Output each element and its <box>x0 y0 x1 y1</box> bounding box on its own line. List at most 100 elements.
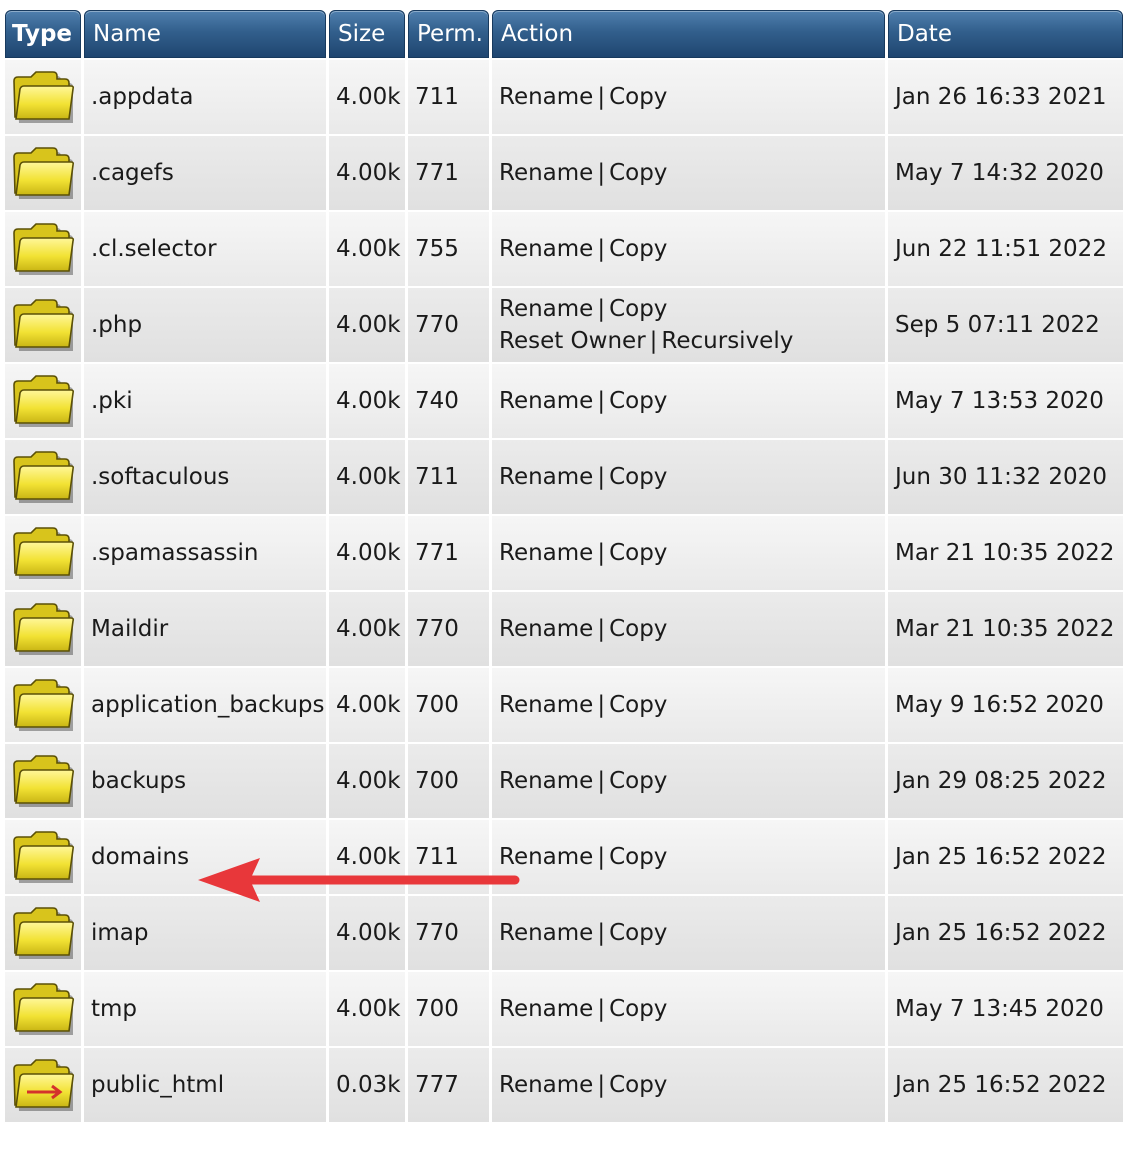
table-row[interactable]: tmp 4.00k 700 Rename | Copy May 7 13:45 2020 <box>5 972 1123 1046</box>
copy-link[interactable]: Copy <box>609 84 667 110</box>
file-permissions[interactable]: 700 <box>408 744 489 818</box>
table-row[interactable]: public_html 0.03k 777 Rename | Copy Jan 25 16:… <box>5 1048 1123 1122</box>
copy-link[interactable]: Copy <box>609 1072 667 1098</box>
file-size: 4.00k <box>329 972 405 1046</box>
column-header-type[interactable]: Type <box>5 10 81 58</box>
rename-link[interactable]: Rename <box>499 388 593 414</box>
file-name[interactable]: Maildir <box>84 592 326 666</box>
file-permissions[interactable]: 711 <box>408 60 489 134</box>
table-row[interactable]: .spamassassin 4.00k 771 Rename | Copy Mar 21 1… <box>5 516 1123 590</box>
table-row[interactable]: .cagefs 4.00k 771 Rename | Copy May 7 14:32 20… <box>5 136 1123 210</box>
file-size: 4.00k <box>329 136 405 210</box>
folder-icon[interactable] <box>5 668 81 742</box>
table-row[interactable]: domains 4.00k 711 Rename | Copy Jan 25 16:52 2… <box>5 820 1123 894</box>
folder-link-icon[interactable] <box>5 1048 81 1122</box>
copy-link[interactable]: Copy <box>609 464 667 490</box>
rename-link[interactable]: Rename <box>499 996 593 1022</box>
file-name[interactable]: tmp <box>84 972 326 1046</box>
copy-link[interactable]: Copy <box>609 296 667 322</box>
file-list-table: Type Name Size Perm. Action Date .appdat… <box>2 8 1125 1124</box>
table-row[interactable]: .php 4.00k 770 Rename | Copy Reset Owner | Recur… <box>5 288 1123 362</box>
copy-link[interactable]: Copy <box>609 388 667 414</box>
file-permissions[interactable]: 755 <box>408 212 489 286</box>
rename-link[interactable]: Rename <box>499 296 593 322</box>
recursively-link[interactable]: Recursively <box>661 328 793 354</box>
folder-icon[interactable] <box>5 896 81 970</box>
copy-link[interactable]: Copy <box>609 236 667 262</box>
table-row[interactable]: application_backups 4.00k 700 Rename | Copy Ma… <box>5 668 1123 742</box>
file-date: Jan 25 16:52 2022 <box>888 896 1123 970</box>
copy-link[interactable]: Copy <box>609 768 667 794</box>
copy-link[interactable]: Copy <box>609 540 667 566</box>
file-name[interactable]: .softaculous <box>84 440 326 514</box>
folder-icon[interactable] <box>5 972 81 1046</box>
copy-link[interactable]: Copy <box>609 616 667 642</box>
folder-icon[interactable] <box>5 212 81 286</box>
file-permissions[interactable]: 771 <box>408 136 489 210</box>
table-row[interactable]: .softaculous 4.00k 711 Rename | Copy Jun 30 11… <box>5 440 1123 514</box>
copy-link[interactable]: Copy <box>609 160 667 186</box>
copy-link[interactable]: Copy <box>609 692 667 718</box>
rename-link[interactable]: Rename <box>499 920 593 946</box>
rename-link[interactable]: Rename <box>499 540 593 566</box>
file-name[interactable]: .php <box>84 288 326 362</box>
column-header-name[interactable]: Name <box>84 10 326 58</box>
file-permissions[interactable]: 777 <box>408 1048 489 1122</box>
rename-link[interactable]: Rename <box>499 464 593 490</box>
column-header-size[interactable]: Size <box>329 10 405 58</box>
rename-link[interactable]: Rename <box>499 692 593 718</box>
folder-icon[interactable] <box>5 516 81 590</box>
file-size: 4.00k <box>329 364 405 438</box>
table-row[interactable]: imap 4.00k 770 Rename | Copy Jan 25 16:52 2022 <box>5 896 1123 970</box>
rename-link[interactable]: Rename <box>499 84 593 110</box>
file-name[interactable]: imap <box>84 896 326 970</box>
file-permissions[interactable]: 700 <box>408 668 489 742</box>
rename-link[interactable]: Rename <box>499 1072 593 1098</box>
column-header-date[interactable]: Date <box>888 10 1123 58</box>
table-row[interactable]: backups 4.00k 700 Rename | Copy Jan 29 08:25 2… <box>5 744 1123 818</box>
file-size: 4.00k <box>329 744 405 818</box>
folder-icon[interactable] <box>5 60 81 134</box>
table-row[interactable]: Maildir 4.00k 770 Rename | Copy Mar 21 10:35 2… <box>5 592 1123 666</box>
action-separator: | <box>597 464 606 490</box>
folder-icon[interactable] <box>5 744 81 818</box>
copy-link[interactable]: Copy <box>609 996 667 1022</box>
file-size: 4.00k <box>329 896 405 970</box>
rename-link[interactable]: Rename <box>499 236 593 262</box>
table-row[interactable]: .appdata 4.00k 711 Rename | Copy Jan 26 16:33 … <box>5 60 1123 134</box>
file-name[interactable]: public_html <box>84 1048 326 1122</box>
column-header-perm[interactable]: Perm. <box>408 10 489 58</box>
reset-owner-link[interactable]: Reset Owner <box>499 328 646 354</box>
folder-icon[interactable] <box>5 288 81 362</box>
table-row[interactable]: .pki 4.00k 740 Rename | Copy May 7 13:53 2020 <box>5 364 1123 438</box>
file-permissions[interactable]: 711 <box>408 440 489 514</box>
rename-link[interactable]: Rename <box>499 160 593 186</box>
file-permissions[interactable]: 771 <box>408 516 489 590</box>
folder-icon[interactable] <box>5 136 81 210</box>
file-name[interactable]: .pki <box>84 364 326 438</box>
folder-icon[interactable] <box>5 820 81 894</box>
file-permissions[interactable]: 770 <box>408 288 489 362</box>
action-separator: | <box>597 996 606 1022</box>
file-permissions[interactable]: 700 <box>408 972 489 1046</box>
file-name[interactable]: .cl.selector <box>84 212 326 286</box>
rename-link[interactable]: Rename <box>499 844 593 870</box>
copy-link[interactable]: Copy <box>609 920 667 946</box>
file-permissions[interactable]: 740 <box>408 364 489 438</box>
file-permissions[interactable]: 711 <box>408 820 489 894</box>
file-permissions[interactable]: 770 <box>408 592 489 666</box>
rename-link[interactable]: Rename <box>499 616 593 642</box>
table-row[interactable]: .cl.selector 4.00k 755 Rename | Copy Jun 22 11… <box>5 212 1123 286</box>
file-permissions[interactable]: 770 <box>408 896 489 970</box>
file-name[interactable]: domains <box>84 820 326 894</box>
folder-icon[interactable] <box>5 592 81 666</box>
file-name[interactable]: application_backups <box>84 668 326 742</box>
file-name[interactable]: .appdata <box>84 60 326 134</box>
folder-icon[interactable] <box>5 364 81 438</box>
copy-link[interactable]: Copy <box>609 844 667 870</box>
file-name[interactable]: .spamassassin <box>84 516 326 590</box>
file-name[interactable]: .cagefs <box>84 136 326 210</box>
file-name[interactable]: backups <box>84 744 326 818</box>
rename-link[interactable]: Rename <box>499 768 593 794</box>
folder-icon[interactable] <box>5 440 81 514</box>
